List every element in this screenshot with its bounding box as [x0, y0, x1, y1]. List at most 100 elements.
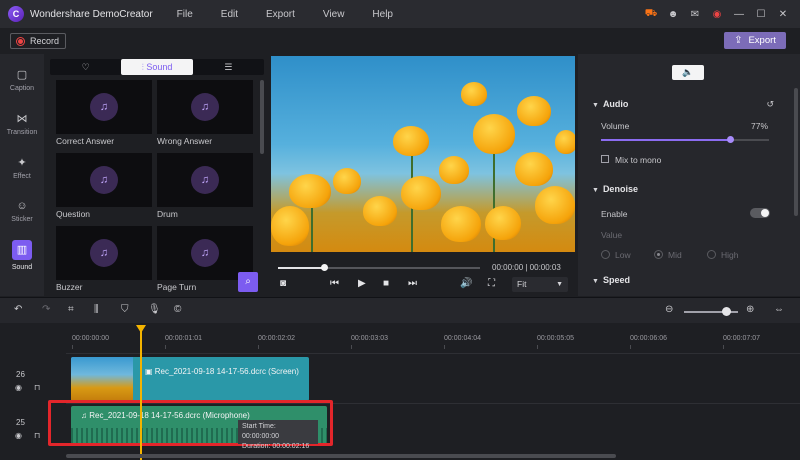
video-preview	[271, 56, 575, 252]
volume-slider[interactable]	[601, 136, 769, 143]
menu-view[interactable]: View	[323, 9, 345, 20]
rail-label: Effect	[13, 173, 31, 180]
timeline-scrollbar[interactable]	[66, 454, 616, 458]
sound-card[interactable]: ♫ Buzzer	[56, 226, 152, 292]
mail-icon[interactable]: ✉	[684, 9, 706, 20]
sound-card[interactable]: ♫ Drum	[157, 153, 253, 219]
eye-icon[interactable]: ◉	[15, 383, 22, 392]
sound-card[interactable]: ♫ Correct Answer	[56, 80, 152, 146]
menu-file[interactable]: File	[177, 9, 193, 20]
volume-value: 77%	[750, 121, 768, 131]
flower	[555, 130, 575, 154]
sound-card[interactable]: ♫ Wrong Answer	[157, 80, 253, 146]
properties-scrollbar[interactable]	[794, 88, 798, 216]
tick-mark	[165, 345, 166, 349]
close-icon[interactable]: ✕	[772, 9, 794, 20]
mix-to-mono-checkbox[interactable]	[601, 155, 609, 163]
crop-icon[interactable]: ⌗	[68, 304, 74, 315]
library-scrollbar[interactable]	[260, 80, 264, 154]
screen-clip[interactable]: ▣ Rec_2021-09-18 14-17-56.dcrc (Screen)	[71, 357, 309, 401]
top-toolbar: Record ⇪ Export	[0, 28, 800, 54]
preview-panel: 00:00:00 | 00:00:03 ◙ ⏮ ▶ ■ ⏭ 🔊 ⛶ Fit ▼	[266, 54, 578, 296]
speed-section-header[interactable]: ▼ Speed	[592, 275, 630, 285]
music-note-icon: ♫	[90, 166, 118, 194]
microphone-icon[interactable]: 🎙	[148, 304, 161, 315]
radio-low[interactable]	[601, 250, 610, 259]
properties-panel: 🔈 ▼ Audio ↺ Volume 77% Mix to mono ▼ Denoi…	[578, 54, 800, 296]
next-frame-icon[interactable]: ⏭	[408, 278, 417, 289]
zoom-in-icon[interactable]: ⊕	[746, 304, 754, 315]
search-icon[interactable]: ⌕	[238, 272, 258, 292]
tab-list[interactable]: ☰	[193, 59, 264, 75]
record-button[interactable]: Record	[10, 33, 66, 49]
rail-item-sound[interactable]: ▥ Sound	[0, 240, 44, 271]
tab-sound[interactable]: ⫶ Sound	[121, 59, 193, 75]
zoom-fit-select[interactable]: Fit ▼	[512, 277, 568, 292]
timeline-ruler[interactable]: 00:00:00:00 00:00:01:01 00:00:02:02 00:0…	[0, 323, 800, 349]
minimize-icon[interactable]: —	[728, 9, 750, 20]
radio-high[interactable]	[707, 250, 716, 259]
marker-icon[interactable]: ⛉	[121, 304, 129, 315]
volume-icon[interactable]: 🔊	[460, 278, 472, 289]
sticker-icon: ☺	[16, 200, 28, 212]
account-icon[interactable]: ☻	[662, 9, 684, 20]
zoom-out-icon[interactable]: ⊖	[665, 304, 673, 315]
maximize-icon[interactable]: ☐	[750, 9, 772, 20]
play-icon[interactable]: ▶	[358, 278, 366, 289]
track-number: 25	[16, 418, 25, 427]
transition-icon: ⋈	[16, 113, 28, 125]
timeline-zoom-handle[interactable]	[722, 307, 731, 316]
volume-slider-handle[interactable]	[727, 136, 735, 143]
support-icon[interactable]: ◉	[706, 9, 728, 20]
rail-item-caption[interactable]: ▢ Caption	[0, 68, 44, 92]
reset-icon[interactable]: ↺	[766, 99, 774, 110]
tab-favorites[interactable]: ♡	[50, 59, 121, 75]
snapshot-icon[interactable]: ◙	[280, 278, 286, 289]
sound-name: Correct Answer	[56, 136, 115, 146]
audio-tab-button[interactable]: 🔈	[672, 65, 704, 80]
previous-frame-icon[interactable]: ⏮	[330, 278, 339, 289]
video-clip-icon: ▣	[145, 367, 155, 376]
fit-timeline-icon[interactable]: ⇔	[774, 304, 784, 315]
fullscreen-icon[interactable]: ⛶	[488, 278, 495, 289]
lock-icon[interactable]: ⊓	[34, 431, 40, 440]
audio-section-header[interactable]: ▼ Audio	[592, 99, 628, 109]
seekbar-handle[interactable]	[321, 264, 328, 271]
sound-card[interactable]: ♫ Question	[56, 153, 152, 219]
denoise-toggle[interactable]	[750, 208, 770, 218]
menu-export[interactable]: Export	[266, 9, 295, 20]
window-controls: ⛟ ☻ ✉ ◉ — ☐ ✕	[640, 0, 794, 28]
eye-icon[interactable]: ◉	[15, 431, 22, 440]
sound-name: Drum	[157, 209, 178, 219]
undo-icon[interactable]: ↶	[14, 304, 22, 315]
rail-item-sticker[interactable]: ☺ Sticker	[0, 200, 44, 223]
menu-help[interactable]: Help	[372, 9, 393, 20]
radio-mid-label: Mid	[668, 250, 682, 260]
audio-section-label: Audio	[602, 99, 629, 109]
sound-thumbnail: ♫	[157, 80, 253, 134]
split-icon[interactable]: ⫼	[94, 304, 99, 315]
export-button[interactable]: ⇪ Export	[724, 32, 786, 49]
preview-seekbar[interactable]	[278, 264, 480, 271]
chevron-down-icon: ▼	[556, 281, 563, 288]
redo-icon[interactable]: ↷	[42, 304, 50, 315]
radio-high-label: High	[721, 250, 739, 260]
title-bar: C Wondershare DemoCreator File Edit Expo…	[0, 0, 800, 28]
copyright-icon[interactable]: ©	[174, 304, 181, 315]
menu-edit[interactable]: Edit	[221, 9, 238, 20]
denoise-section-header[interactable]: ▼ Denoise	[592, 184, 638, 194]
playhead[interactable]	[140, 331, 142, 460]
lock-icon[interactable]: ⊓	[34, 383, 40, 392]
tick-mark	[630, 345, 631, 349]
sound-name: Wrong Answer	[157, 136, 213, 146]
rail-item-transition[interactable]: ⋈ Transition	[0, 112, 44, 136]
tick-mark	[723, 345, 724, 349]
flower	[401, 176, 441, 210]
preview-timecode: 00:00:00 | 00:00:03	[492, 263, 561, 272]
cart-icon[interactable]: ⛟	[640, 8, 662, 21]
stop-icon[interactable]: ■	[383, 278, 389, 289]
collapse-triangle-icon: ▼	[592, 187, 599, 194]
rail-label: Caption	[9, 85, 35, 92]
rail-item-effect[interactable]: ✦ Effect	[0, 156, 44, 180]
radio-mid[interactable]	[654, 250, 663, 259]
